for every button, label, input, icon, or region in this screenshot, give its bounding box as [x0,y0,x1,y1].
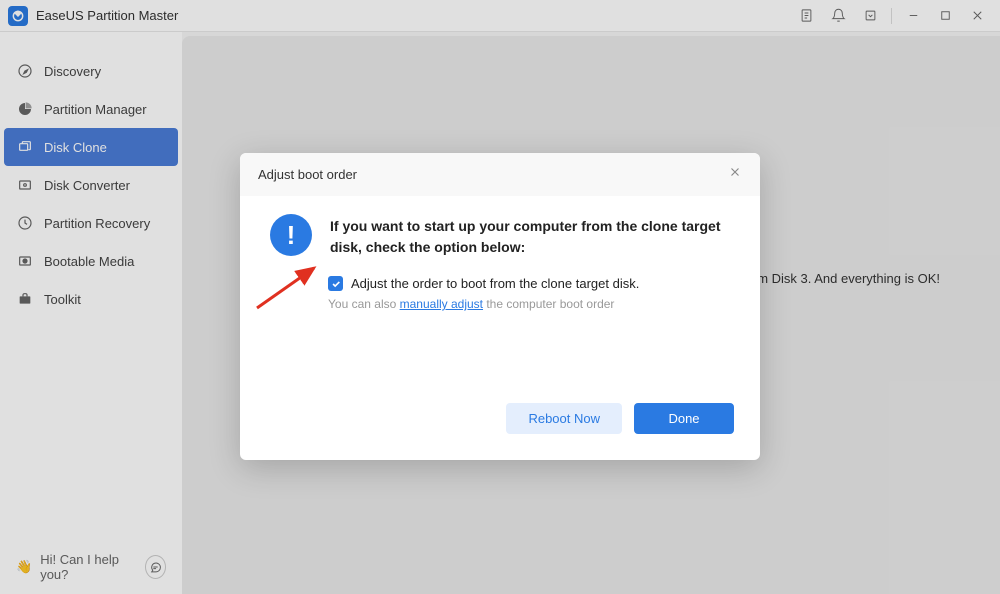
info-icon: ! [270,214,312,256]
dialog-hero-text: If you want to start up your computer fr… [330,214,730,258]
adjust-boot-order-dialog: Adjust boot order ! If you want to start… [240,153,760,460]
sub-text: You can also manually adjust the compute… [328,297,730,311]
dialog-header: Adjust boot order [240,153,760,196]
dialog-title: Adjust boot order [258,167,357,182]
dialog-close-button[interactable] [728,165,742,184]
reboot-now-button[interactable]: Reboot Now [506,403,622,434]
manually-adjust-link[interactable]: manually adjust [400,297,483,311]
checkbox-label: Adjust the order to boot from the clone … [351,276,639,291]
done-button[interactable]: Done [634,403,734,434]
adjust-order-checkbox[interactable] [328,276,343,291]
